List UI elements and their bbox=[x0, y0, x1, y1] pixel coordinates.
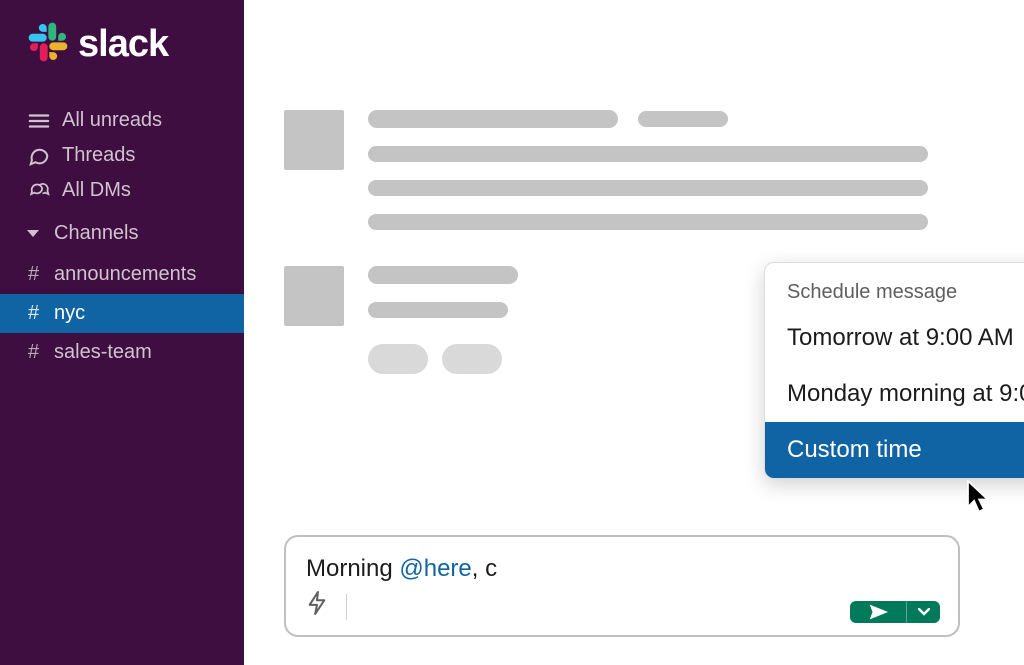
schedule-option-tomorrow[interactable]: Tomorrow at 9:00 AM bbox=[765, 310, 1024, 366]
skeleton-bar bbox=[368, 110, 618, 128]
reaction-placeholder bbox=[442, 344, 502, 374]
sidebar-item-all-dms[interactable]: All DMs bbox=[0, 173, 244, 208]
skeleton-bar bbox=[368, 266, 518, 284]
cursor-icon bbox=[966, 480, 992, 519]
composer-text: Morning @here, c bbox=[306, 555, 497, 582]
channel-label: sales-team bbox=[54, 341, 152, 364]
workspace-name: slack bbox=[78, 23, 168, 66]
hash-icon: # bbox=[28, 302, 44, 325]
schedule-option-custom[interactable]: Custom time bbox=[765, 422, 1024, 478]
skeleton-bar bbox=[638, 111, 728, 127]
sidebar: slack All unreads Threads bbox=[0, 0, 244, 665]
channel-nyc[interactable]: # nyc bbox=[0, 294, 244, 333]
caret-down-icon bbox=[26, 222, 40, 245]
main-content: Morning @here, c Sche bbox=[244, 0, 1024, 665]
skeleton-bar bbox=[368, 180, 928, 196]
message-lines bbox=[368, 110, 960, 230]
schedule-option-monday[interactable]: Monday morning at 9:00 AM bbox=[765, 366, 1024, 422]
channel-announcements[interactable]: # announcements bbox=[0, 255, 244, 294]
workspace-logo[interactable]: slack bbox=[0, 22, 244, 67]
skeleton-bar bbox=[368, 302, 508, 318]
channel-label: nyc bbox=[54, 302, 85, 325]
threads-icon bbox=[28, 145, 50, 167]
app-root: slack All unreads Threads bbox=[0, 0, 1024, 665]
hash-icon: # bbox=[28, 263, 44, 286]
unreads-icon bbox=[28, 112, 50, 130]
message-composer[interactable]: Morning @here, c bbox=[284, 535, 960, 637]
channels-header-label: Channels bbox=[54, 222, 139, 245]
slack-logo-icon bbox=[28, 22, 68, 67]
sidebar-item-all-unreads[interactable]: All unreads bbox=[0, 103, 244, 138]
mention-here[interactable]: @here bbox=[399, 555, 471, 582]
popover-title: Schedule message bbox=[765, 263, 1024, 310]
sidebar-item-label: All unreads bbox=[62, 109, 162, 132]
channel-label: announcements bbox=[54, 263, 196, 286]
hash-icon: # bbox=[28, 341, 44, 364]
channels-section-header[interactable]: Channels bbox=[0, 208, 244, 255]
shortcut-lightning-icon[interactable] bbox=[306, 590, 328, 623]
reaction-placeholder bbox=[368, 344, 428, 374]
skeleton-bar bbox=[368, 146, 928, 162]
composer-text-before: Morning bbox=[306, 555, 399, 582]
send-more-options-button[interactable] bbox=[906, 601, 940, 623]
schedule-message-popover: Schedule message Tomorrow at 9:00 AM Mon… bbox=[764, 262, 1024, 479]
composer-toolbar bbox=[306, 590, 347, 623]
composer-text-after: , c bbox=[472, 555, 497, 582]
sidebar-item-label: All DMs bbox=[62, 179, 131, 202]
skeleton-bar bbox=[368, 214, 928, 230]
channel-sales-team[interactable]: # sales-team bbox=[0, 333, 244, 372]
avatar-placeholder bbox=[284, 266, 344, 326]
toolbar-divider bbox=[346, 594, 347, 620]
avatar-placeholder bbox=[284, 110, 344, 170]
send-button[interactable] bbox=[850, 601, 906, 623]
send-button-group bbox=[850, 601, 940, 623]
dms-icon bbox=[28, 180, 50, 202]
sidebar-item-label: Threads bbox=[62, 144, 135, 167]
sidebar-item-threads[interactable]: Threads bbox=[0, 138, 244, 173]
message-skeleton bbox=[284, 110, 960, 230]
